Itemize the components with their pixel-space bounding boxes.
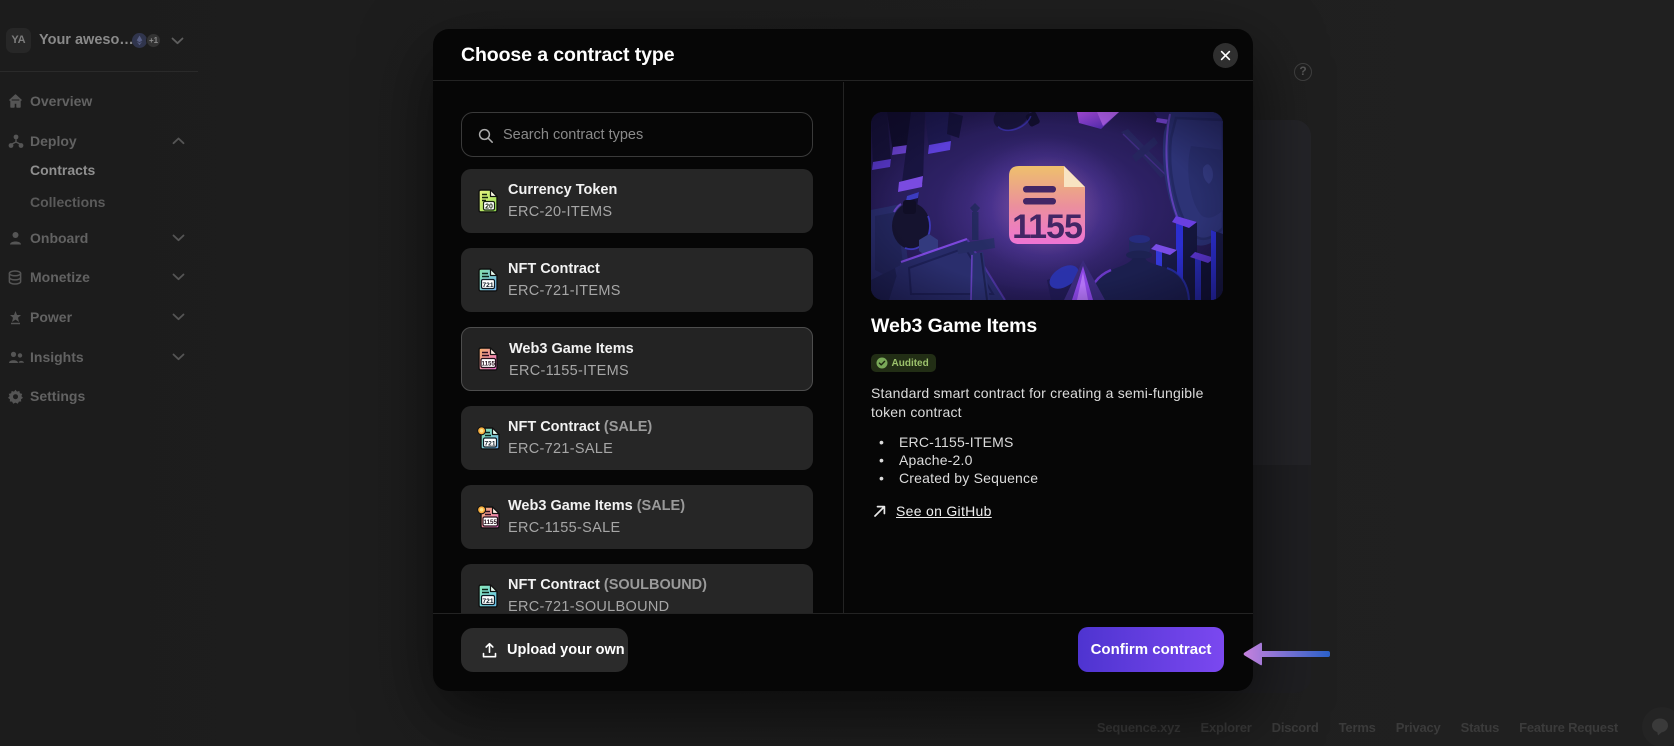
svg-text:721: 721	[482, 282, 493, 289]
svg-text:20: 20	[485, 203, 493, 210]
svg-text:721: 721	[482, 598, 493, 605]
svg-text:1155: 1155	[481, 361, 495, 368]
svg-text:1155: 1155	[483, 519, 497, 526]
svg-text:721: 721	[484, 440, 495, 447]
